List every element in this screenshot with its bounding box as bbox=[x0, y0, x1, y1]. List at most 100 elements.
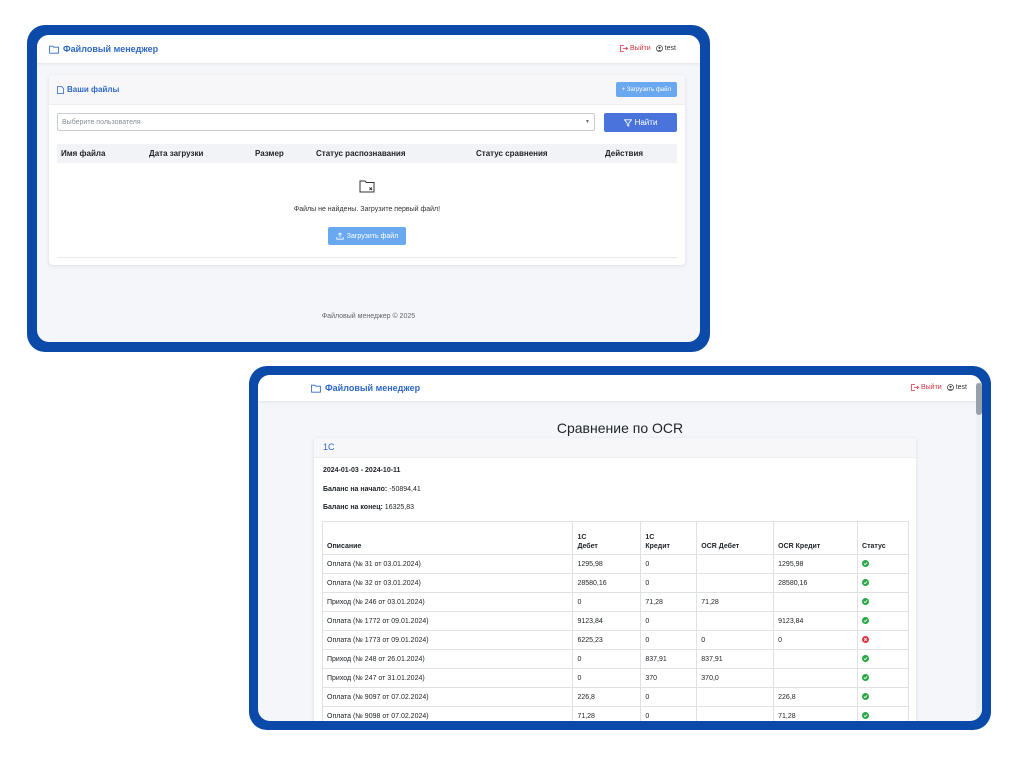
row-ocr-debit bbox=[696, 611, 775, 631]
row-ocr-credit bbox=[773, 668, 859, 688]
row-ocr-debit: 71,28 bbox=[696, 592, 775, 612]
row-ocr-credit: 9123,84 bbox=[773, 611, 859, 631]
user-select[interactable]: Выберите пользователя ▼ bbox=[57, 113, 595, 131]
col-1c-debit: 1С Дебет bbox=[572, 521, 642, 555]
scrollbar-thumb[interactable] bbox=[976, 383, 982, 415]
table-row: Оплата (№ 32 от 03.01.2024) 28580,16 0 2858… bbox=[321, 573, 909, 593]
row-ocr-credit: 1295,98 bbox=[773, 554, 859, 574]
brand-label: Файловый менеджер bbox=[325, 383, 421, 393]
col-comparison-status: Статус сравнения bbox=[476, 149, 548, 158]
row-1c-credit: 0 bbox=[640, 630, 698, 650]
row-status bbox=[857, 687, 909, 707]
row-description: Оплата (№ 9097 от 07.02.2024) bbox=[321, 687, 574, 707]
check-circle-icon bbox=[862, 711, 870, 719]
page-title: Сравнение по OCR bbox=[556, 420, 684, 436]
row-1c-credit: 0 bbox=[640, 554, 698, 574]
folder-icon bbox=[49, 45, 59, 54]
find-button[interactable]: Найти bbox=[604, 113, 677, 132]
scrollbar-track[interactable] bbox=[976, 383, 982, 721]
user-menu[interactable]: test bbox=[946, 384, 967, 391]
row-status bbox=[857, 554, 909, 574]
logout-icon bbox=[620, 45, 628, 52]
period-range: 2024-01-03 - 2024-10-11 bbox=[323, 467, 401, 474]
row-ocr-debit bbox=[696, 706, 775, 721]
folder-x-icon bbox=[359, 180, 375, 193]
files-table-header: Имя файла Дата загрузки Размер Статус ра… bbox=[57, 144, 677, 163]
check-circle-icon bbox=[862, 597, 870, 605]
comparison-card-title: 1С bbox=[323, 442, 335, 452]
check-circle-icon bbox=[862, 692, 870, 700]
logout-link[interactable]: Выйти bbox=[911, 384, 942, 391]
navbar-right: Выйти test bbox=[620, 45, 676, 52]
row-ocr-debit bbox=[696, 554, 775, 574]
row-1c-debit: 6225,23 bbox=[572, 630, 642, 650]
row-description: Оплата (№ 32 от 03.01.2024) bbox=[321, 573, 574, 593]
brand-label: Файловый менеджер bbox=[63, 44, 159, 54]
row-ocr-credit: 0 bbox=[773, 630, 859, 650]
table-header-row: Описание 1С Дебет 1С Кредит OCR Дебет OC… bbox=[321, 521, 909, 555]
table-row: Оплата (№ 1772 от 09.01.2024) 9123,84 0 912… bbox=[321, 611, 909, 631]
row-1c-debit: 0 bbox=[572, 649, 642, 669]
row-description: Приход (№ 246 от 03.01.2024) bbox=[321, 592, 574, 612]
row-status bbox=[857, 706, 909, 721]
row-1c-credit: 0 bbox=[640, 573, 698, 593]
logout-icon bbox=[911, 384, 919, 391]
upload-file-button-small[interactable]: + Загрузить файл bbox=[615, 82, 677, 97]
row-1c-credit: 71,28 bbox=[640, 592, 698, 612]
logout-link[interactable]: Выйти bbox=[620, 45, 651, 52]
row-1c-debit: 226,8 bbox=[572, 687, 642, 707]
brand-link[interactable]: Файловый менеджер bbox=[49, 44, 158, 54]
window-ocr-compare-frame: Файловый менеджер Выйти test Сравнение п… bbox=[249, 366, 991, 730]
row-ocr-debit: 0 bbox=[696, 630, 775, 650]
divider bbox=[57, 257, 677, 258]
check-circle-icon bbox=[862, 578, 870, 586]
navbar: Файловый менеджер Выйти test bbox=[37, 35, 700, 63]
user-menu[interactable]: test bbox=[655, 45, 676, 52]
table-row: Оплата (№ 9098 от 07.02.2024) 71,28 0 71,28 bbox=[321, 706, 909, 721]
username: test bbox=[955, 384, 967, 391]
row-ocr-credit: 226,8 bbox=[773, 687, 859, 707]
row-status bbox=[857, 668, 909, 688]
col-actions: Действия bbox=[605, 149, 644, 158]
row-ocr-credit bbox=[773, 592, 859, 612]
balance-start-value: -50894,41 bbox=[389, 486, 421, 493]
col-description: Описание bbox=[321, 521, 574, 555]
row-1c-credit: 0 bbox=[640, 706, 698, 721]
col-ocr-debit: OCR Дебет bbox=[696, 521, 775, 555]
row-status bbox=[857, 592, 909, 612]
check-circle-icon bbox=[862, 616, 870, 624]
files-card-header: Ваши файлы + Загрузить файл bbox=[49, 75, 685, 105]
logout-label: Выйти bbox=[629, 45, 651, 52]
files-card-title: Ваши файлы bbox=[57, 85, 119, 94]
row-description: Оплата (№ 9098 от 07.02.2024) bbox=[321, 706, 574, 721]
upload-file-button-label: Загрузить файл bbox=[346, 232, 399, 240]
col-upload-date: Дата загрузки bbox=[149, 149, 204, 158]
files-card-title-text: Ваши файлы bbox=[67, 85, 120, 94]
table-row: Оплата (№ 31 от 03.01.2024) 1295,98 0 1295,… bbox=[321, 554, 909, 574]
navbar-right: Выйти test bbox=[911, 384, 967, 391]
comparison-card-header: 1С bbox=[314, 438, 916, 458]
col-recognition-status: Статус распознавания bbox=[316, 149, 406, 158]
table-row: Приход (№ 247 от 31.01.2024) 0 370 370,0 bbox=[321, 668, 909, 688]
row-status bbox=[857, 649, 909, 669]
username: test bbox=[664, 45, 676, 52]
col-status: Статус bbox=[857, 521, 909, 555]
file-list-screen: Файловый менеджер Выйти test Ваши файлы bbox=[37, 35, 700, 342]
comparison-card: 1С 2024-01-03 - 2024-10-11 Баланс на нач… bbox=[314, 438, 916, 721]
user-circle-icon bbox=[946, 384, 954, 391]
table-row: Оплата (№ 9097 от 07.02.2024) 226,8 0 226,8 bbox=[321, 687, 909, 707]
col-1c-credit: 1С Кредит bbox=[640, 521, 698, 555]
brand-link[interactable]: Файловый менеджер bbox=[311, 383, 420, 393]
folder-icon bbox=[311, 384, 321, 393]
row-status bbox=[857, 611, 909, 631]
check-circle-icon bbox=[862, 673, 870, 681]
upload-file-button[interactable]: Загрузить файл bbox=[328, 227, 406, 245]
user-circle-icon bbox=[655, 45, 663, 52]
row-status bbox=[857, 573, 909, 593]
balance-end: Баланс на конец: 16325,83 bbox=[323, 504, 414, 511]
row-ocr-debit: 837,91 bbox=[696, 649, 775, 669]
balance-start-label: Баланс на начало: bbox=[323, 486, 388, 493]
balance-start: Баланс на начало: -50894,41 bbox=[323, 486, 421, 493]
col-file-name: Имя файла bbox=[61, 149, 106, 158]
check-circle-icon bbox=[862, 559, 870, 567]
